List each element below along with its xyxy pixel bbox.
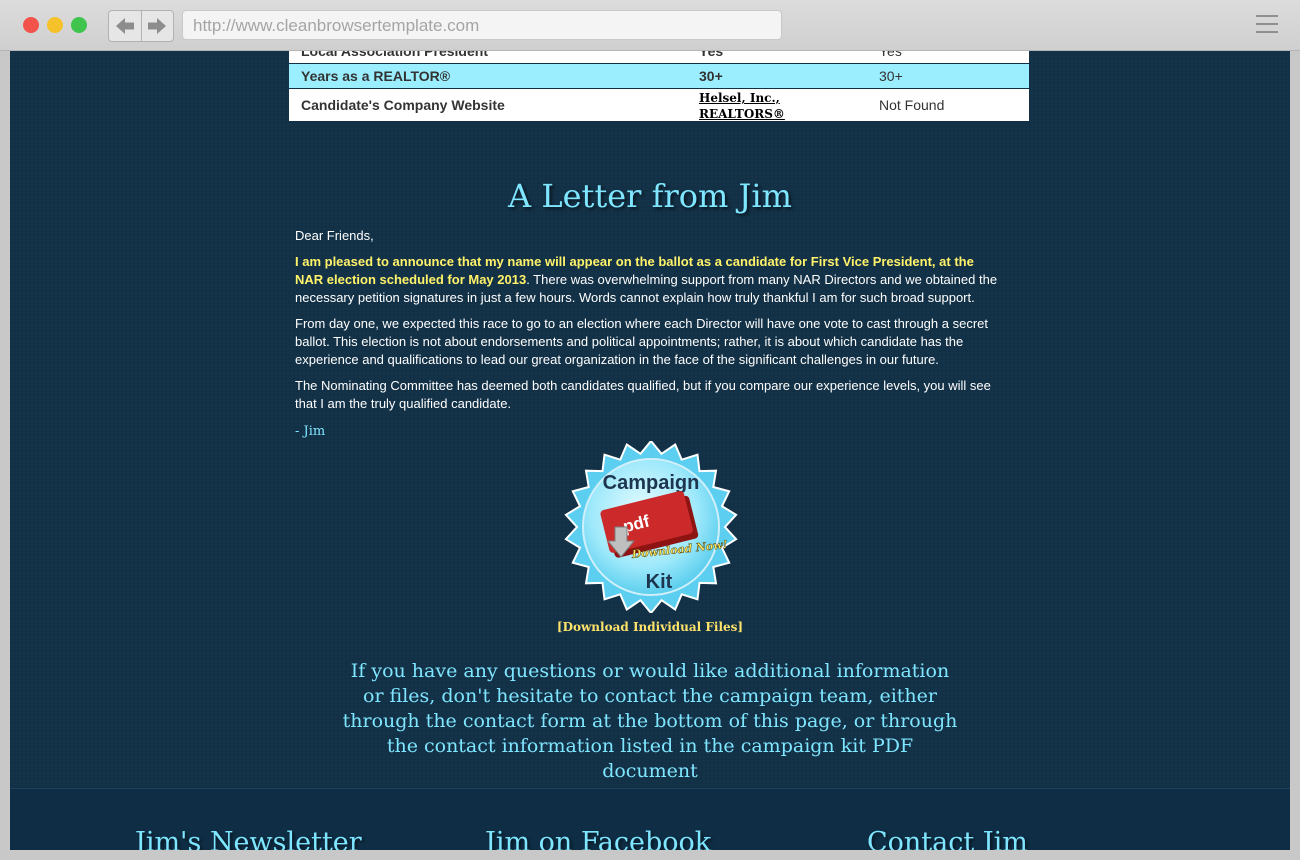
company-website-link[interactable]: Helsel, Inc., REALTORS® — [699, 91, 785, 121]
contact-info-text: If you have any questions or would like … — [342, 660, 958, 782]
letter-paragraph: From day one, we expected this race to g… — [295, 316, 988, 367]
opponent-value: Yes — [867, 51, 1029, 64]
table-row: Years as a REALTOR® 30+ 30+ — [289, 63, 1029, 89]
hamburger-menu-icon[interactable] — [1256, 15, 1278, 35]
letter-paragraph: The Nominating Committee has deemed both… — [295, 378, 991, 411]
maximize-window-button[interactable] — [71, 17, 87, 33]
back-button[interactable] — [109, 11, 141, 41]
jim-value: 30+ — [687, 63, 867, 89]
table-row: Local Association President Yes Yes — [289, 51, 1029, 64]
close-window-button[interactable] — [23, 17, 39, 33]
minimize-window-button[interactable] — [47, 17, 63, 33]
address-bar[interactable]: http://www.cleanbrowsertemplate.com — [182, 10, 782, 40]
facebook-heading: Jim on Facebook — [485, 827, 712, 850]
letter-greeting: Dear Friends, — [295, 228, 374, 243]
download-individual-files-link[interactable]: [Download Individual Files] — [10, 620, 1290, 634]
letter-signature: - Jim — [295, 424, 326, 439]
newsletter-heading: Jim's Newsletter — [135, 827, 362, 850]
opponent-value: 30+ — [867, 63, 1029, 89]
letter-body: Dear Friends, I am pleased to announce t… — [295, 227, 1005, 441]
arrow-left-icon — [115, 18, 134, 34]
opponent-value: Not Found — [867, 88, 1029, 122]
badge-kit-text: Kit — [646, 571, 673, 593]
navigation-buttons — [108, 10, 174, 42]
row-label: Candidate's Company Website — [289, 88, 687, 122]
letter-title: A Letter from Jim — [508, 177, 792, 215]
table-row: Candidate's Company Website Helsel, Inc.… — [289, 88, 1029, 122]
row-label: Years as a REALTOR® — [289, 63, 687, 89]
jim-value: Yes — [687, 51, 867, 64]
contact-heading: Contact Jim — [867, 827, 1028, 850]
arrow-right-icon — [148, 18, 167, 34]
row-label: Local Association President — [289, 51, 687, 64]
letter-paragraph: I am pleased to announce that my name wi… — [295, 253, 1005, 307]
page-content: Local Association President Yes Yes Year… — [10, 51, 1290, 850]
browser-toolbar: http://www.cleanbrowsertemplate.com — [0, 0, 1300, 51]
forward-button[interactable] — [140, 11, 174, 41]
campaign-kit-download-badge[interactable]: Campaign .pdf Download Now! Kit — [563, 441, 739, 613]
comparison-table: Local Association President Yes Yes Year… — [289, 51, 1029, 122]
badge-title-text: Campaign — [603, 472, 700, 494]
jim-value: Helsel, Inc., REALTORS® — [687, 88, 867, 122]
footer: Jim's Newsletter Jim on Facebook Contact… — [10, 788, 1290, 850]
